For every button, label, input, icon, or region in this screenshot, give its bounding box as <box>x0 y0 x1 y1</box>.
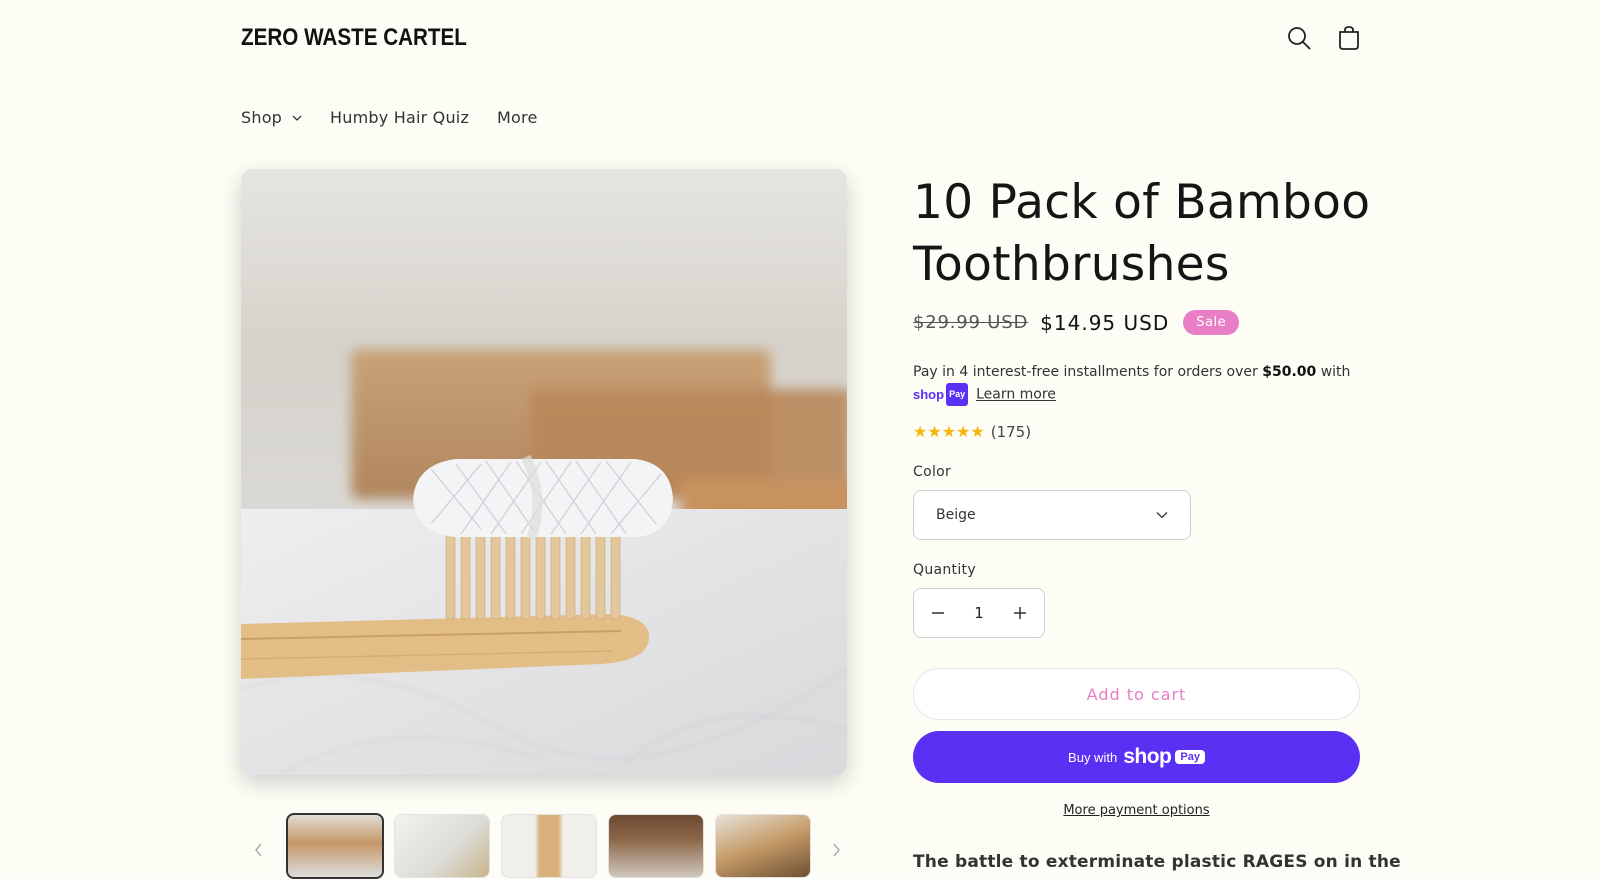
more-payment-options-link[interactable]: More payment options <box>913 803 1360 818</box>
add-to-cart-button[interactable]: Add to cart <box>913 668 1360 720</box>
buy-with-shop-pay-button[interactable]: Buy with shop Pay <box>913 731 1360 783</box>
price-sale: $14.95 USD <box>1040 310 1170 335</box>
shop-pay-wordmark: shop <box>1123 745 1172 768</box>
thumbnail-floss-set[interactable] <box>394 814 490 878</box>
quantity-label: Quantity <box>913 562 976 578</box>
search-icon[interactable] <box>1285 24 1313 52</box>
plus-icon <box>1014 607 1026 619</box>
shop-pay-logo: shop Pay <box>913 383 969 406</box>
thumbnail-row-toothbrushes[interactable] <box>715 814 811 878</box>
cart-icon[interactable] <box>1335 24 1363 52</box>
price-row: $29.99 USD $14.95 USD Sale <box>913 310 1240 335</box>
chevron-right-icon[interactable] <box>826 840 846 860</box>
nav-item-label: Humby Hair Quiz <box>330 108 470 127</box>
rating-count: (175) <box>990 422 1032 441</box>
thumbnail-packaging[interactable] <box>501 814 597 878</box>
minus-icon <box>932 612 944 614</box>
site-logo[interactable]: ZERO WASTE CARTEL <box>241 24 467 52</box>
installments-amount: $50.00 <box>1262 364 1317 380</box>
shop-pay-logo-pay: Pay <box>946 383 969 406</box>
nav-item-humby-hair-quiz[interactable]: Humby Hair Quiz <box>330 108 469 127</box>
nav-item-shop[interactable]: Shop <box>241 108 302 127</box>
quantity-stepper <box>913 588 1045 638</box>
chevron-down-icon <box>292 115 302 121</box>
chevron-left-icon[interactable] <box>249 840 269 860</box>
main-nav: Shop Humby Hair Quiz More <box>241 108 566 127</box>
quantity-increase-button[interactable] <box>1010 603 1030 623</box>
learn-more-link[interactable]: Learn more <box>976 387 1056 403</box>
installments-notice: Pay in 4 interest-free installments for … <box>913 362 1353 406</box>
shop-pay-logo-shop: shop <box>913 387 945 402</box>
color-select[interactable]: Beige <box>913 490 1191 540</box>
quantity-input[interactable] <box>957 603 1001 623</box>
nav-item-label: More <box>497 108 538 127</box>
rating-stars-icon: ★★★★★ <box>913 422 985 441</box>
buy-with-label: Buy with <box>1068 749 1118 765</box>
installments-text: Pay in 4 interest-free installments for … <box>913 364 1263 380</box>
thumbnail-toothbrush-floss[interactable] <box>286 813 384 879</box>
thumbnail-strip <box>241 812 847 879</box>
color-label: Color <box>913 464 952 480</box>
thumbnail-jar-toothbrushes[interactable] <box>608 814 704 878</box>
installments-suffix: with <box>1316 364 1351 380</box>
chevron-down-icon <box>1156 512 1168 519</box>
nav-item-more[interactable]: More <box>497 108 537 127</box>
product-rating[interactable]: ★★★★★ (175) <box>913 422 1031 441</box>
color-select-value: Beige <box>936 507 976 523</box>
product-main-image[interactable] <box>241 169 847 775</box>
product-title: 10 Pack of Bamboo Toothbrushes <box>913 175 1371 292</box>
shop-pay-chip: Pay <box>1175 750 1205 764</box>
sale-badge: Sale <box>1183 310 1240 335</box>
product-description: The battle to exterminate plastic RAGES … <box>913 852 1401 872</box>
nav-item-label: Shop <box>241 108 283 127</box>
price-original: $29.99 USD <box>913 312 1029 333</box>
quantity-decrease-button[interactable] <box>928 603 948 623</box>
